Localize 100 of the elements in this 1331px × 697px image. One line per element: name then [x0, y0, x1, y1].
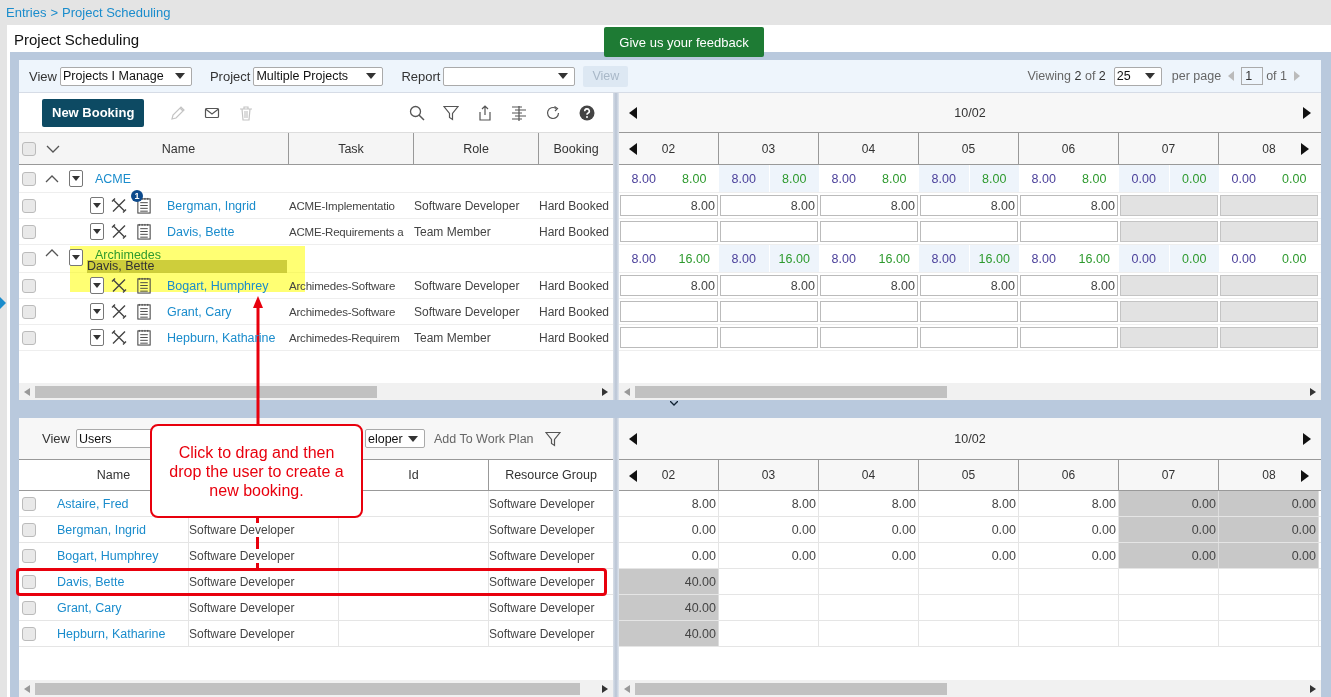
hours-input[interactable]: [820, 327, 918, 348]
filter-icon[interactable]: [443, 104, 459, 121]
user-link[interactable]: Davis, Bette: [57, 574, 125, 589]
hours-input[interactable]: [920, 327, 1018, 348]
row-checkbox[interactable]: [22, 548, 36, 563]
row-checkbox[interactable]: [22, 251, 36, 266]
column-header[interactable]: Task: [289, 133, 414, 164]
project-link[interactable]: Archimedes: [95, 249, 161, 261]
row-checkbox[interactable]: [22, 626, 36, 641]
notes-icon[interactable]: [136, 223, 152, 240]
previous-month-icon[interactable]: [629, 432, 637, 445]
hours-input[interactable]: 8.00: [720, 195, 818, 216]
resource-link[interactable]: Bogart, Humphrey: [167, 278, 269, 293]
previous-page-icon[interactable]: [1228, 71, 1235, 81]
trash-icon[interactable]: [238, 104, 255, 121]
scroll-right-icon[interactable]: [602, 387, 608, 396]
previous-day-icon[interactable]: [629, 143, 637, 155]
tools-icon[interactable]: [111, 303, 127, 320]
next-day-icon[interactable]: [1301, 470, 1309, 482]
hours-input[interactable]: [620, 327, 718, 348]
per-page-dropdown[interactable]: 25: [1113, 66, 1162, 86]
scroll-left-icon[interactable]: [624, 684, 630, 693]
collapse-all-icon[interactable]: [46, 144, 60, 153]
refresh-icon[interactable]: [545, 104, 561, 121]
hours-input[interactable]: [1020, 301, 1118, 322]
hours-input[interactable]: [920, 221, 1018, 242]
tools-icon[interactable]: [111, 223, 127, 240]
resource-link[interactable]: Davis, Bette: [167, 224, 235, 239]
user-view-dropdown[interactable]: Users: [75, 429, 152, 448]
hours-input[interactable]: [720, 221, 818, 242]
new-booking-button[interactable]: New Booking: [42, 98, 145, 127]
resource-link[interactable]: Grant, Cary: [167, 304, 232, 319]
next-month-icon[interactable]: [1303, 106, 1311, 119]
role-dropdown[interactable]: eloper: [364, 429, 425, 448]
row-menu-button[interactable]: [90, 303, 104, 320]
horizontal-scrollbar[interactable]: [619, 383, 1321, 400]
row-checkbox[interactable]: [22, 574, 36, 589]
horizontal-scrollbar[interactable]: [619, 680, 1321, 697]
column-header[interactable]: Resource Group: [489, 460, 613, 490]
collapse-icon[interactable]: [45, 249, 59, 257]
row-menu-button[interactable]: [90, 197, 104, 214]
hours-input[interactable]: 8.00: [620, 195, 718, 216]
hours-input[interactable]: 8.00: [920, 195, 1018, 216]
user-link[interactable]: Bogart, Humphrey: [57, 548, 159, 563]
notes-icon[interactable]: [136, 303, 152, 320]
hours-input[interactable]: [820, 221, 918, 242]
hours-input[interactable]: 8.00: [1020, 275, 1118, 296]
notes-icon[interactable]: [136, 197, 152, 214]
previous-day-icon[interactable]: [629, 470, 637, 482]
row-menu-button[interactable]: [69, 170, 83, 187]
help-icon[interactable]: [579, 104, 595, 121]
row-checkbox[interactable]: [22, 600, 36, 615]
next-month-icon[interactable]: [1303, 432, 1311, 445]
scroll-left-icon[interactable]: [24, 684, 30, 693]
pencil-icon[interactable]: [170, 104, 187, 121]
view-dropdown[interactable]: Projects I Manage: [59, 66, 192, 86]
notes-icon[interactable]: [136, 329, 152, 346]
row-checkbox[interactable]: [22, 141, 36, 156]
tools-icon[interactable]: [111, 277, 127, 294]
hours-input[interactable]: 8.00: [820, 275, 918, 296]
horizontal-scrollbar[interactable]: [19, 680, 613, 697]
next-page-icon[interactable]: [1294, 71, 1300, 81]
row-menu-button[interactable]: [90, 329, 104, 346]
project-dropdown[interactable]: Multiple Projects: [253, 66, 384, 86]
notes-icon[interactable]: [136, 277, 152, 294]
row-menu-button[interactable]: [90, 277, 104, 294]
hours-input[interactable]: [620, 221, 718, 242]
resource-link[interactable]: Bergman, Ingrid: [167, 198, 256, 213]
scroll-left-icon[interactable]: [24, 387, 30, 396]
hours-input[interactable]: 8.00: [620, 275, 718, 296]
hours-input[interactable]: [1020, 221, 1118, 242]
add-to-work-plan-link[interactable]: Add To Work Plan: [433, 431, 534, 446]
filter-icon[interactable]: [544, 430, 561, 447]
report-dropdown[interactable]: [443, 66, 576, 86]
row-checkbox[interactable]: [22, 304, 36, 319]
row-menu-button[interactable]: [69, 249, 83, 266]
hours-input[interactable]: 8.00: [1020, 195, 1118, 216]
collapse-pane-icon[interactable]: [670, 401, 678, 406]
user-link[interactable]: Grant, Cary: [57, 600, 122, 615]
tools-icon[interactable]: [111, 197, 127, 214]
hours-input[interactable]: [620, 301, 718, 322]
previous-month-icon[interactable]: [629, 106, 637, 119]
user-link[interactable]: Bergman, Ingrid: [57, 522, 146, 537]
export-icon[interactable]: [477, 104, 493, 121]
row-checkbox[interactable]: [22, 330, 36, 345]
row-checkbox[interactable]: [22, 198, 36, 213]
row-checkbox[interactable]: [22, 171, 36, 186]
hours-input[interactable]: [720, 301, 818, 322]
row-checkbox[interactable]: [22, 496, 36, 511]
hours-input[interactable]: [720, 327, 818, 348]
column-header[interactable]: Name: [69, 133, 289, 164]
hours-input[interactable]: [820, 301, 918, 322]
user-link[interactable]: Astaire, Fred: [57, 496, 129, 511]
row-menu-button[interactable]: [90, 223, 104, 240]
hours-input[interactable]: [1020, 327, 1118, 348]
scroll-right-icon[interactable]: [1310, 387, 1316, 396]
row-checkbox[interactable]: [22, 278, 36, 293]
hours-input[interactable]: 8.00: [820, 195, 918, 216]
project-link[interactable]: ACME: [95, 171, 132, 186]
collapse-icon[interactable]: [45, 174, 59, 183]
